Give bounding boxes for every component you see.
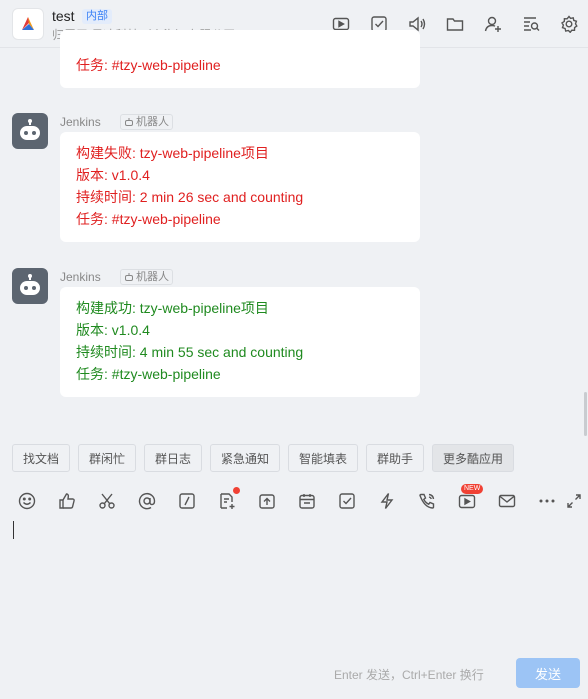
calendar-icon[interactable] xyxy=(296,490,318,512)
folder-icon[interactable] xyxy=(443,12,467,36)
sender-name: Jenkins xyxy=(60,270,101,284)
add-member-icon[interactable] xyxy=(481,12,505,36)
robot-tag-label: 机器人 xyxy=(136,116,169,128)
quick-app-smart-form[interactable]: 智能填表 xyxy=(288,444,359,472)
message-line: 任务: #tzy-web-pipeline xyxy=(76,57,221,73)
robot-mini-icon xyxy=(125,118,133,126)
robot-avatar[interactable] xyxy=(12,113,48,149)
thumbs-up-icon[interactable] xyxy=(56,490,78,512)
group-title: test xyxy=(52,8,75,24)
notification-dot xyxy=(233,487,240,494)
quick-app-group-log[interactable]: 群日志 xyxy=(144,444,203,472)
upload-icon[interactable] xyxy=(256,490,278,512)
quick-app-group-assistant[interactable]: 群助手 xyxy=(366,444,425,472)
message-line: 任务: #tzy-web-pipeline xyxy=(76,211,221,227)
robot-tag: 机器人 xyxy=(120,114,173,130)
quick-app-urgent-notice[interactable]: 紧急通知 xyxy=(210,444,281,472)
message-line: 构建失败: tzy-web-pipeline项目 xyxy=(76,145,269,161)
phone-call-icon[interactable] xyxy=(416,490,438,512)
mail-icon[interactable] xyxy=(496,490,518,512)
message-line: 版本: v1.0.4 xyxy=(76,167,150,183)
expand-icon[interactable] xyxy=(563,490,585,512)
send-hint: Enter 发送，Ctrl+Enter 换行 xyxy=(334,668,484,682)
group-logo[interactable] xyxy=(12,8,44,40)
quick-app-more[interactable]: 更多酷应用 xyxy=(432,444,515,472)
search-list-icon[interactable] xyxy=(519,12,543,36)
robot-tag: 机器人 xyxy=(120,269,173,285)
message-line: 持续时间: 4 min 55 sec and counting xyxy=(76,344,304,360)
robot-mini-icon xyxy=(125,273,133,281)
message-input[interactable] xyxy=(0,518,588,648)
slash-command-icon[interactable] xyxy=(176,490,198,512)
internal-badge: 内部 xyxy=(82,9,112,24)
more-icon[interactable] xyxy=(536,490,558,512)
settings-gear-icon[interactable] xyxy=(557,12,581,36)
message-line: 任务: #tzy-web-pipeline xyxy=(76,366,221,382)
message-line: 构建成功: tzy-web-pipeline项目 xyxy=(76,300,269,316)
quick-app-group-busy[interactable]: 群闲忙 xyxy=(78,444,137,472)
lightning-icon[interactable] xyxy=(376,490,398,512)
todo-check-icon[interactable] xyxy=(336,490,358,512)
send-button[interactable]: 发送 xyxy=(516,658,580,688)
mention-icon[interactable] xyxy=(136,490,158,512)
scissors-icon[interactable] xyxy=(96,490,118,512)
message-line: 版本: v1.0.4 xyxy=(76,322,150,338)
sender-name: Jenkins xyxy=(60,115,101,129)
new-tag: NEW xyxy=(461,484,484,494)
robot-avatar[interactable] xyxy=(12,268,48,304)
message-line: 持续时间: 2 min 26 sec and counting xyxy=(76,189,304,205)
message-bubble: 任务: #tzy-web-pipeline xyxy=(60,30,420,88)
message-bubble: 构建失败: tzy-web-pipeline项目 版本: v1.0.4 持续时间… xyxy=(60,132,420,242)
message-bubble: 构建成功: tzy-web-pipeline项目 版本: v1.0.4 持续时间… xyxy=(60,287,420,397)
robot-tag-label: 机器人 xyxy=(136,271,169,283)
quick-app-find-docs[interactable]: 找文档 xyxy=(12,444,71,472)
emoji-icon[interactable] xyxy=(16,490,38,512)
scrollbar-thumb[interactable] xyxy=(584,392,587,436)
